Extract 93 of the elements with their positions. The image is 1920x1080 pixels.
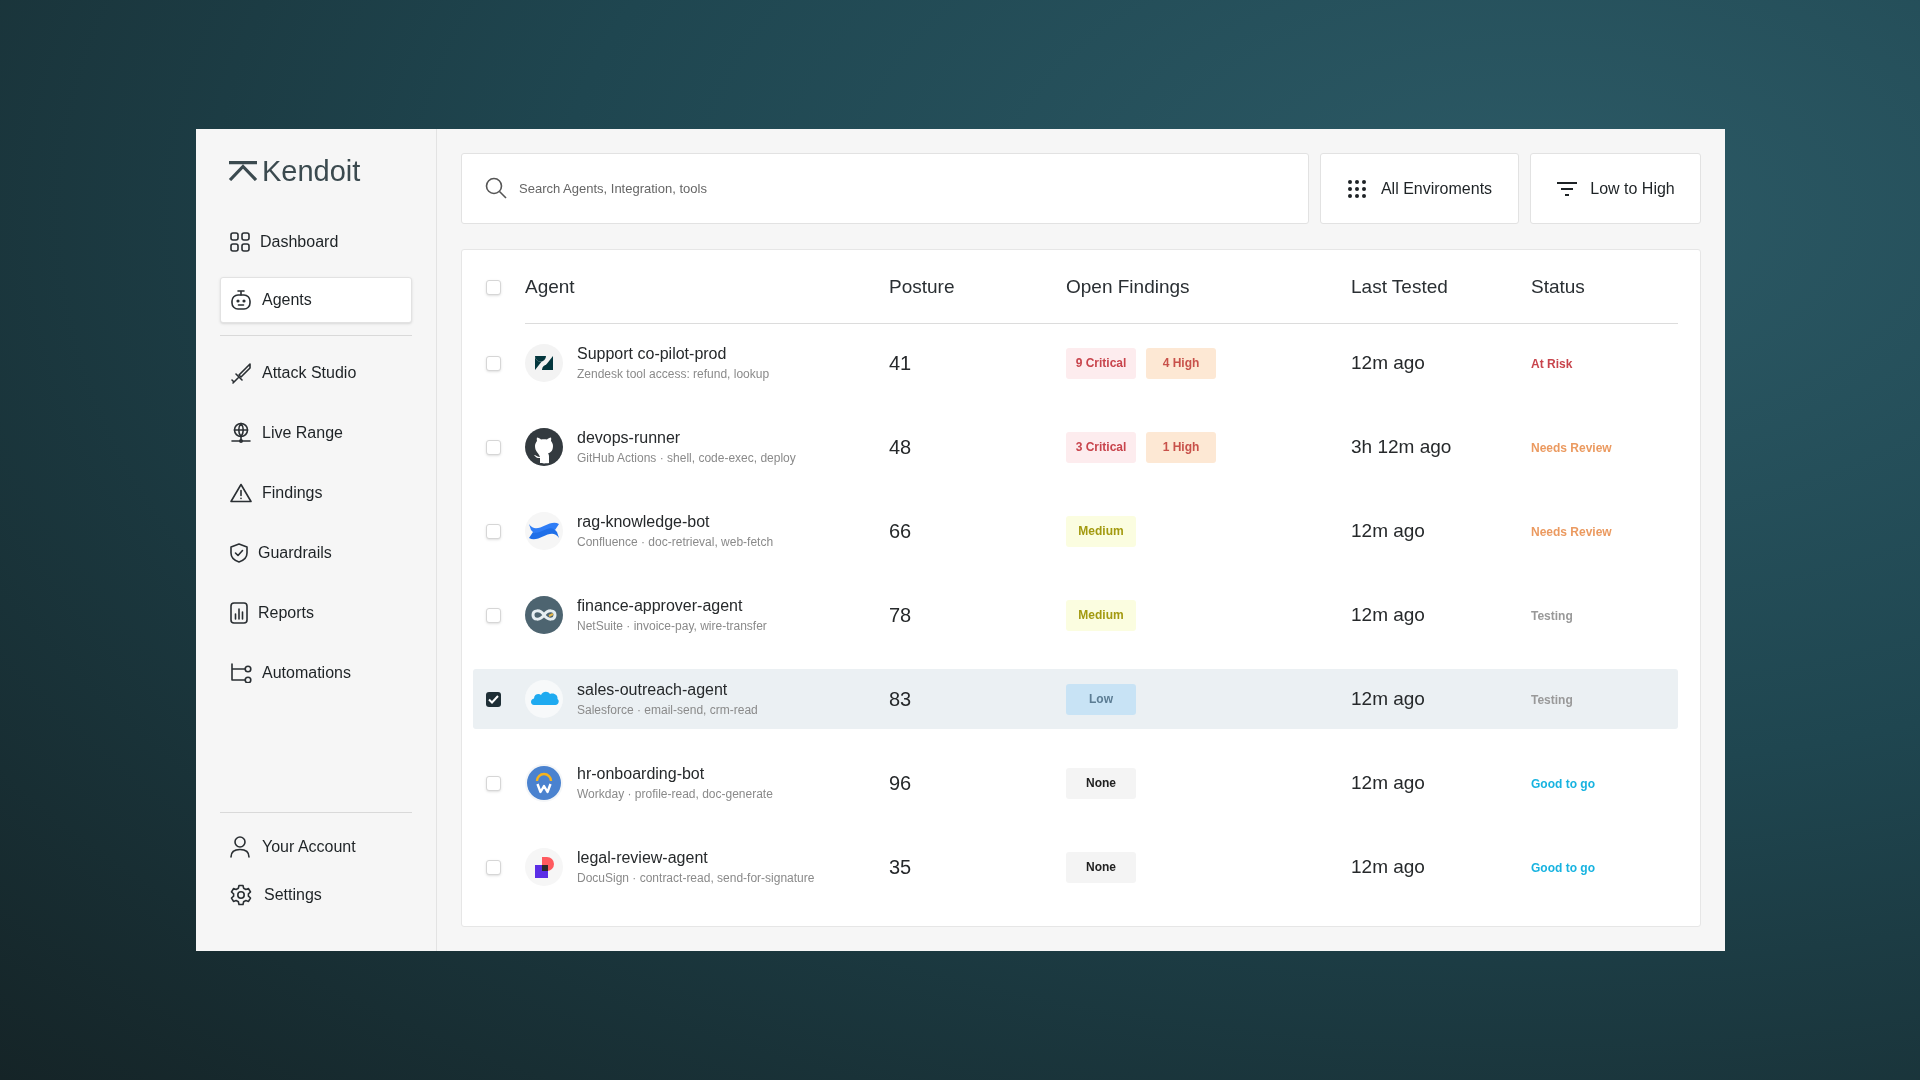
agent-detail: Confluence · doc-retrieval, web-fetch — [577, 534, 774, 551]
infinity-icon — [525, 596, 563, 634]
severity-badge: 9 Critical — [1066, 347, 1136, 379]
filter-icon — [1556, 180, 1579, 197]
shield-icon — [230, 543, 248, 563]
nav-item[interactable]: Settings — [220, 875, 412, 915]
status-label: Testing — [1531, 609, 1573, 623]
last-tested: 3h 12m ago — [1351, 435, 1452, 457]
last-tested: 12m ago — [1351, 855, 1425, 877]
column-header: Agent — [525, 276, 575, 298]
severity-badge: 3 Critical — [1066, 431, 1136, 463]
settings-icon — [230, 884, 252, 906]
status-label: At Risk — [1531, 357, 1573, 371]
workflow-icon — [230, 663, 252, 683]
checkbox[interactable] — [485, 859, 501, 875]
checkbox[interactable] — [485, 775, 501, 791]
nav-item[interactable]: Agents — [220, 277, 412, 323]
nav-item[interactable]: Findings — [220, 470, 412, 516]
agent-name: finance-approver-agent — [577, 596, 744, 616]
sort-button[interactable]: Low to High — [1530, 153, 1701, 224]
status-label: Good to go — [1531, 861, 1595, 875]
agent-detail: GitHub Actions · shell, code-exec, deploy — [577, 450, 796, 467]
nav-item[interactable]: Attack Studio — [220, 350, 412, 396]
posture-score: 66 — [889, 520, 912, 542]
checkbox[interactable] — [485, 439, 501, 455]
last-tested: 12m ago — [1351, 603, 1425, 625]
severity-badge: None — [1066, 851, 1136, 883]
logo-icon — [228, 161, 258, 181]
last-tested: 12m ago — [1351, 519, 1425, 541]
waves-icon — [525, 512, 563, 550]
column-header: Last Tested — [1351, 276, 1448, 298]
grid-icon — [1346, 178, 1367, 199]
nav-item[interactable]: Live Range — [220, 410, 412, 456]
search-icon — [485, 177, 507, 199]
posture-score: 96 — [889, 772, 912, 794]
status-label: Needs Review — [1531, 525, 1612, 539]
agent-name: rag-knowledge-bot — [577, 512, 711, 532]
checkbox[interactable] — [485, 523, 501, 539]
severity-badge: Medium — [1066, 599, 1136, 631]
agent-name: Support co-pilot-prod — [577, 344, 728, 364]
agent-detail: Salesforce · email-send, crm-read — [577, 702, 758, 719]
severity-badge: None — [1066, 767, 1136, 799]
status-label: Testing — [1531, 693, 1573, 707]
last-tested: 12m ago — [1351, 771, 1425, 793]
checkbox[interactable] — [485, 355, 501, 371]
posture-score: 41 — [889, 352, 912, 374]
checkbox[interactable] — [485, 691, 501, 707]
column-header: Status — [1531, 276, 1585, 298]
user-icon — [230, 836, 250, 858]
severity-badge: Low — [1066, 683, 1136, 715]
squares-icon — [525, 848, 563, 886]
agent-detail: Workday · profile-read, doc-generate — [577, 786, 773, 803]
last-tested: 12m ago — [1351, 687, 1425, 709]
severity-badge: Medium — [1066, 515, 1136, 547]
z-mark-icon — [525, 344, 563, 382]
column-header: Posture — [889, 276, 955, 298]
agent-name: sales-outreach-agent — [577, 680, 729, 700]
robot-icon — [230, 289, 252, 311]
w-mark-icon — [525, 764, 563, 802]
agent-name: hr-onboarding-bot — [577, 764, 706, 784]
checkbox[interactable] — [485, 280, 501, 295]
checkbox[interactable] — [485, 607, 501, 623]
chart-icon — [230, 602, 248, 624]
severity-badge: 4 High — [1146, 347, 1216, 379]
environments-button[interactable]: All Enviroments — [1320, 153, 1519, 224]
brand-name: Kendoit — [262, 156, 361, 186]
cloud-icon — [525, 680, 563, 718]
posture-score: 48 — [889, 436, 912, 458]
column-header: Open Findings — [1066, 276, 1190, 298]
posture-score: 83 — [889, 688, 912, 710]
posture-score: 35 — [889, 856, 912, 878]
search-field[interactable]: Search Agents, Integration, tools — [461, 153, 1309, 224]
sword-icon — [230, 362, 252, 384]
nav-item[interactable]: Guardrails — [220, 530, 412, 576]
globe-icon — [230, 422, 252, 444]
agent-name: legal-review-agent — [577, 848, 709, 868]
status-label: Good to go — [1531, 777, 1595, 791]
nav-item[interactable]: Dashboard — [220, 219, 412, 265]
nav-item[interactable]: Automations — [220, 650, 412, 696]
grid-icon — [230, 232, 250, 252]
severity-badge: 1 High — [1146, 431, 1216, 463]
posture-score: 78 — [889, 604, 912, 626]
status-label: Needs Review — [1531, 441, 1612, 455]
nav-item[interactable]: Your Account — [220, 827, 412, 867]
agent-detail: Zendesk tool access: refund, lookup — [577, 366, 770, 383]
warning-icon — [230, 483, 252, 503]
octocat-icon — [525, 428, 563, 466]
agent-detail: DocuSign · contract-read, send-for-signature — [577, 870, 815, 887]
nav-item[interactable]: Reports — [220, 590, 412, 636]
agent-name: devops-runner — [577, 428, 682, 448]
agent-detail: NetSuite · invoice-pay, wire-transfer — [577, 618, 767, 635]
last-tested: 12m ago — [1351, 351, 1425, 373]
table-row[interactable]: sales-outreach-agent Salesforce · email-send, crm-read 83 Low 12m ago Testing — [473, 669, 1678, 729]
